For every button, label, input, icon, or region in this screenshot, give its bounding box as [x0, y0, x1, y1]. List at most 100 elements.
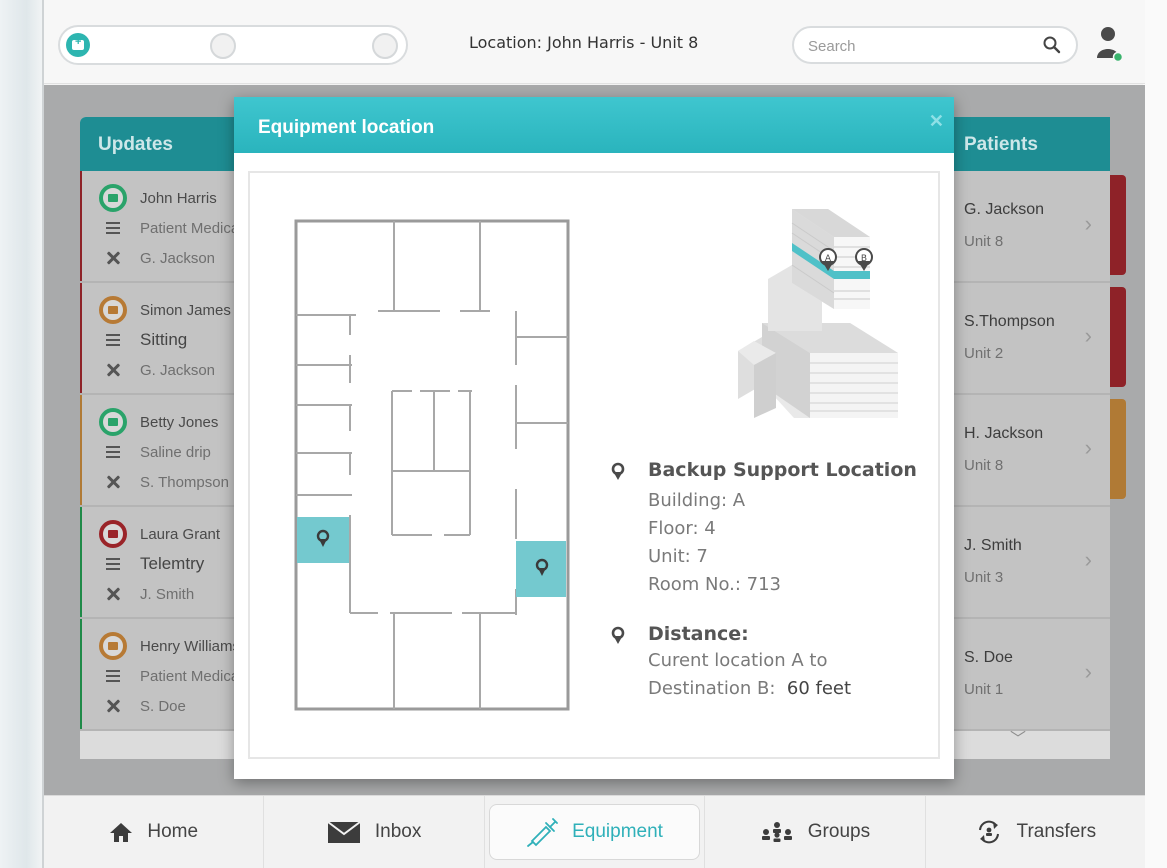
building-value: Building: A: [648, 490, 746, 511]
unit-value: Unit: 7: [648, 546, 708, 567]
status-bar: [80, 171, 82, 281]
update-staff: S. Thompson: [140, 473, 229, 491]
patient-item[interactable]: S.Thompson Unit 2 ›: [950, 283, 1126, 395]
patient-item[interactable]: J. Smith Unit 3 ›: [950, 507, 1110, 619]
equipment-location-dialog: Equipment location ✕ A B Backup Support …: [234, 97, 954, 779]
note-icon: [106, 446, 120, 458]
chevron-down-icon[interactable]: ﹀: [1010, 725, 1026, 749]
nav-home[interactable]: Home: [44, 796, 263, 868]
patient-item[interactable]: H. Jackson Unit 8 ›: [950, 395, 1126, 507]
staff-icon: [105, 474, 121, 490]
nav-transfers-label: Transfers: [1016, 821, 1097, 842]
map-pin-icon: [611, 626, 625, 644]
patient-unit: Unit 3: [964, 569, 1004, 586]
patient-item[interactable]: G. Jackson Unit 8 ›: [950, 171, 1126, 283]
medical-badge-icon: [99, 632, 127, 660]
chevron-right-icon[interactable]: ›: [1085, 211, 1092, 237]
app-window: Location: John Harris - Unit 8 Updates J…: [42, 0, 1145, 868]
update-item[interactable]: Laura Grant Telemtry J. Smith: [80, 507, 234, 619]
user-profile-icon[interactable]: [1094, 24, 1124, 64]
note-icon: [106, 670, 120, 682]
chevron-right-icon[interactable]: ›: [1085, 435, 1092, 461]
update-staff: S. Doe: [140, 697, 186, 715]
envelope-icon: [327, 820, 361, 844]
nav-inbox[interactable]: Inbox: [263, 796, 483, 868]
update-note: Telemtry: [140, 554, 205, 573]
search-icon[interactable]: [1042, 35, 1062, 55]
view-switcher[interactable]: [58, 25, 408, 65]
update-note: Patient Medication: [140, 667, 234, 685]
patient-item[interactable]: S. Doe Unit 1 ›: [950, 619, 1110, 731]
updates-panel: Updates John Harris Patient Medication G…: [80, 117, 234, 759]
hospital-logo-icon[interactable]: [66, 33, 90, 57]
medical-badge-icon: [99, 296, 127, 324]
patient-unit: Unit 8: [964, 457, 1004, 474]
home-icon: [109, 821, 133, 843]
patient-unit: Unit 1: [964, 681, 1004, 698]
status-bar: [80, 507, 82, 617]
status-bar: [1110, 399, 1126, 499]
update-patient-name: John Harris: [140, 189, 217, 207]
patient-name: S.Thompson: [964, 313, 1055, 330]
svg-text:A: A: [825, 254, 832, 264]
update-item[interactable]: Simon James Sitting G. Jackson: [80, 283, 234, 395]
patient-unit: Unit 2: [964, 345, 1004, 362]
update-item[interactable]: Betty Jones Saline drip S. Thompson: [80, 395, 234, 507]
update-patient-name: Betty Jones: [140, 413, 219, 431]
transfers-icon: [975, 818, 1003, 846]
distance-prefix: Destination B:: [648, 678, 776, 699]
note-icon: [106, 558, 120, 570]
chevron-right-icon[interactable]: ›: [1085, 323, 1092, 349]
update-staff: G. Jackson: [140, 249, 216, 267]
nav-home-label: Home: [147, 821, 199, 842]
background-decoration: [0, 0, 44, 868]
building-illustration: A B: [738, 209, 898, 418]
view-toggle-dot[interactable]: [372, 33, 398, 59]
nav-inbox-label: Inbox: [374, 821, 422, 842]
update-staff: G. Jackson: [140, 361, 216, 379]
patient-name: H. Jackson: [964, 425, 1044, 442]
nav-groups[interactable]: Groups: [704, 796, 924, 868]
search-box[interactable]: [792, 26, 1078, 64]
close-icon[interactable]: ✕: [929, 111, 944, 132]
patient-unit: Unit 8: [964, 233, 1004, 250]
patient-name: G. Jackson: [964, 201, 1045, 218]
update-patient-name: Henry Williams: [140, 637, 234, 655]
status-bar: [80, 619, 82, 729]
dialog-header: Equipment location: [234, 97, 954, 153]
room-value: Room No.: 713: [648, 574, 782, 595]
status-bar: [1110, 175, 1126, 275]
groups-icon: [760, 821, 794, 843]
syringe-icon: [526, 817, 558, 847]
note-icon: [106, 334, 120, 346]
distance-value: 60 feet: [786, 678, 852, 699]
chevron-right-icon[interactable]: ›: [1085, 547, 1092, 573]
update-patient-name: Laura Grant: [140, 525, 221, 543]
medical-badge-icon: [99, 184, 127, 212]
note-icon: [106, 222, 120, 234]
staff-icon: [105, 250, 121, 266]
status-bar: [1110, 287, 1126, 387]
dialog-body: A B Backup Support Location Building: A: [248, 171, 940, 759]
patient-name: S. Doe: [964, 649, 1013, 666]
update-patient-name: Simon James: [140, 301, 231, 319]
staff-icon: [105, 586, 121, 602]
nav-transfers[interactable]: Transfers: [924, 796, 1145, 868]
view-toggle-dot[interactable]: [210, 33, 236, 59]
nav-equipment-label: Equipment: [572, 821, 663, 842]
floor-plan-map[interactable]: [294, 219, 570, 711]
nav-equipment[interactable]: Equipment: [483, 796, 704, 868]
chevron-right-icon[interactable]: ›: [1085, 659, 1092, 685]
updates-title: Updates: [80, 117, 234, 171]
update-staff: J. Smith: [140, 585, 195, 603]
backup-support-location: Backup Support Location Building: A Floo…: [610, 459, 917, 599]
floor-value: Floor: 4: [648, 518, 716, 539]
patient-name: J. Smith: [964, 537, 1022, 554]
location-info: Backup Support Location Building: A Floo…: [610, 459, 917, 703]
update-item[interactable]: Henry Williams Patient Medication S. Doe: [80, 619, 234, 731]
background-margin: [1143, 0, 1167, 868]
search-input[interactable]: [808, 36, 1028, 56]
update-item[interactable]: John Harris Patient Medication G. Jackso…: [80, 171, 234, 283]
medical-badge-icon: [99, 408, 127, 436]
status-bar: [80, 395, 82, 505]
